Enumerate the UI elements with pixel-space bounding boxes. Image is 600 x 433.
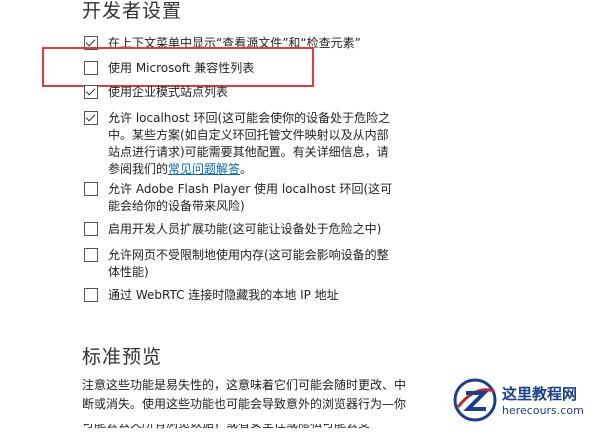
option-label: 使用企业模式站点列表 xyxy=(108,85,229,99)
highlight-box xyxy=(42,47,314,87)
option-webrtc-hide-ip[interactable]: 通过 WebRTC 连接时隐藏我的本地 IP 地址 xyxy=(84,287,400,304)
watermark-cn: 这里教程网 xyxy=(502,385,578,403)
option-label: 通过 WebRTC 连接时隐藏我的本地 IP 地址 xyxy=(108,288,339,302)
option-enterprise-mode[interactable]: 使用企业模式站点列表 xyxy=(84,84,400,101)
checkbox-unlimited-memory[interactable] xyxy=(84,248,98,262)
checkbox-enterprise-mode[interactable] xyxy=(84,85,98,99)
preview-note: 注意这些功能是易失性的，这意味着它们可能会随时更改、中断或消失。使用这些功能也可… xyxy=(82,378,407,430)
watermark: 这里教程网 herecours.com xyxy=(452,376,600,424)
option-flash-loopback[interactable]: 允许 Adobe Flash Player 使用 localhost 环回(这可… xyxy=(84,181,400,215)
developer-settings-heading: 开发者设置 xyxy=(82,0,183,22)
option-label-localhost: 允许 localhost 环回(这可能会使你的设备处于危险之中。某些方案(如自定… xyxy=(108,110,400,178)
watermark-logo-icon xyxy=(453,378,497,422)
option-label: 允许网页不受限制地使用内存(这可能会影响设备的整体性能) xyxy=(108,248,389,279)
option-label: 启用开发人员扩展功能(这可能让设备处于危险之中) xyxy=(108,222,382,236)
option-unlimited-memory[interactable]: 允许网页不受限制地使用内存(这可能会影响设备的整体性能) xyxy=(84,247,400,281)
faq-link[interactable]: 常见问题解答 xyxy=(168,162,240,176)
checkbox-localhost-loopback[interactable] xyxy=(84,111,98,125)
checkbox-flash-loopback[interactable] xyxy=(84,182,98,196)
checkbox-webrtc-hide-ip[interactable] xyxy=(84,288,98,302)
checkbox-dev-extensions[interactable] xyxy=(84,222,98,236)
option-localhost-loopback[interactable]: 允许 localhost 环回(这可能会使你的设备处于危险之中。某些方案(如自定… xyxy=(84,110,400,178)
option-label: 允许 Adobe Flash Player 使用 localhost 环回(这可… xyxy=(108,182,393,213)
standard-preview-heading: 标准预览 xyxy=(82,346,163,368)
watermark-en: herecours.com xyxy=(502,404,584,417)
option-dev-extensions[interactable]: 启用开发人员扩展功能(这可能让设备处于危险之中) xyxy=(84,221,400,238)
option-label-suffix: 。 xyxy=(240,162,253,176)
